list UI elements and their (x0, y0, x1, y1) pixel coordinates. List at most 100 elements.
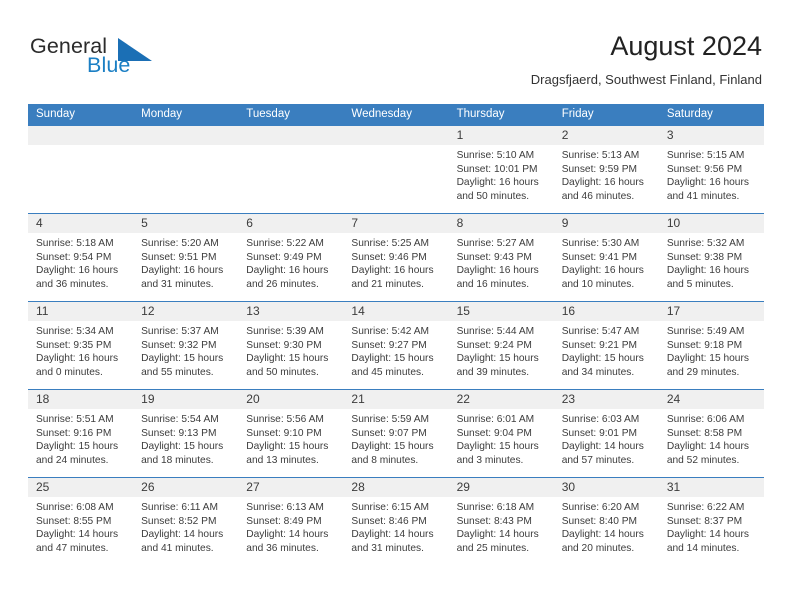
day-number[interactable] (133, 126, 238, 145)
week-detail-band: Sunrise: 6:08 AM Sunset: 8:55 PM Dayligh… (28, 497, 764, 565)
week-detail-band: Sunrise: 5:51 AM Sunset: 9:16 PM Dayligh… (28, 409, 764, 477)
day-number[interactable]: 27 (238, 478, 343, 497)
daylight-line-2: and 20 minutes. (561, 542, 635, 554)
day-cell[interactable]: Sunrise: 5:54 AM Sunset: 9:13 PM Dayligh… (133, 409, 238, 477)
day-cell[interactable]: Sunrise: 5:56 AM Sunset: 9:10 PM Dayligh… (238, 409, 343, 477)
day-number[interactable]: 1 (449, 126, 554, 145)
sunrise-line: Sunrise: 5:47 AM (561, 326, 640, 337)
day-cell[interactable] (238, 145, 343, 213)
day-number[interactable]: 17 (659, 302, 764, 321)
day-number[interactable]: 3 (659, 126, 764, 145)
day-number[interactable]: 8 (449, 214, 554, 233)
day-cell[interactable]: Sunrise: 5:30 AM Sunset: 9:41 PM Dayligh… (554, 233, 659, 301)
day-number[interactable]: 24 (659, 390, 764, 409)
day-number[interactable]: 31 (659, 478, 764, 497)
day-number[interactable]: 14 (343, 302, 448, 321)
day-cell[interactable]: Sunrise: 5:10 AM Sunset: 10:01 PM Daylig… (449, 145, 554, 213)
day-cell[interactable]: Sunrise: 5:51 AM Sunset: 9:16 PM Dayligh… (28, 409, 133, 477)
day-cell[interactable]: Sunrise: 5:39 AM Sunset: 9:30 PM Dayligh… (238, 321, 343, 389)
calendar-grid: Sunday Monday Tuesday Wednesday Thursday… (28, 104, 764, 565)
day-cell[interactable]: Sunrise: 6:06 AM Sunset: 8:58 PM Dayligh… (659, 409, 764, 477)
daylight-line-2: and 16 minutes. (456, 278, 530, 290)
brand-logo[interactable]: General Blue (30, 35, 260, 86)
daylight-line-2: and 55 minutes. (141, 366, 214, 378)
day-cell[interactable]: Sunrise: 6:11 AM Sunset: 8:52 PM Dayligh… (133, 497, 238, 565)
sunset-line: Sunset: 9:32 PM (141, 339, 217, 351)
day-number[interactable]: 9 (554, 214, 659, 233)
weekday-header-tuesday: Tuesday (246, 108, 290, 120)
day-cell[interactable]: Sunrise: 5:42 AM Sunset: 9:27 PM Dayligh… (343, 321, 448, 389)
daylight-line-1: Daylight: 16 hours (246, 265, 329, 277)
day-cell[interactable]: Sunrise: 6:03 AM Sunset: 9:01 PM Dayligh… (554, 409, 659, 477)
day-number[interactable]: 2 (554, 126, 659, 145)
day-number[interactable]: 6 (238, 214, 343, 233)
day-number[interactable]: 30 (554, 478, 659, 497)
day-cell[interactable] (343, 145, 448, 213)
day-number[interactable]: 23 (554, 390, 659, 409)
day-cell[interactable]: Sunrise: 5:27 AM Sunset: 9:43 PM Dayligh… (449, 233, 554, 301)
day-number[interactable]: 13 (238, 302, 343, 321)
day-cell[interactable]: Sunrise: 5:20 AM Sunset: 9:51 PM Dayligh… (133, 233, 238, 301)
sunrise-line: Sunrise: 5:37 AM (141, 326, 219, 337)
daylight-line-2: and 41 minutes. (666, 190, 740, 202)
day-number[interactable]: 26 (133, 478, 238, 497)
sunrise-line: Sunrise: 5:18 AM (36, 238, 114, 249)
day-cell[interactable]: Sunrise: 5:49 AM Sunset: 9:18 PM Dayligh… (659, 321, 764, 389)
daylight-line-2: and 24 minutes. (36, 454, 109, 466)
day-cell[interactable]: Sunrise: 6:15 AM Sunset: 8:46 PM Dayligh… (343, 497, 448, 565)
day-number[interactable]: 29 (449, 478, 554, 497)
sunrise-line: Sunrise: 5:51 AM (36, 414, 114, 425)
day-number[interactable] (238, 126, 343, 145)
day-number[interactable]: 21 (343, 390, 448, 409)
day-cell[interactable]: Sunrise: 6:18 AM Sunset: 8:43 PM Dayligh… (449, 497, 554, 565)
sunrise-line: Sunrise: 5:20 AM (141, 238, 219, 249)
sunset-line: Sunset: 9:10 PM (246, 427, 322, 439)
day-cell[interactable]: Sunrise: 5:37 AM Sunset: 9:32 PM Dayligh… (133, 321, 238, 389)
day-cell[interactable]: Sunrise: 6:08 AM Sunset: 8:55 PM Dayligh… (28, 497, 133, 565)
day-number[interactable]: 11 (28, 302, 133, 321)
day-cell[interactable] (133, 145, 238, 213)
sunrise-line: Sunrise: 6:15 AM (351, 502, 430, 513)
day-cell[interactable]: Sunrise: 5:15 AM Sunset: 9:56 PM Dayligh… (659, 145, 764, 213)
day-cell[interactable]: Sunrise: 6:01 AM Sunset: 9:04 PM Dayligh… (449, 409, 554, 477)
day-cell[interactable]: Sunrise: 5:25 AM Sunset: 9:46 PM Dayligh… (343, 233, 448, 301)
day-cell[interactable]: Sunrise: 5:13 AM Sunset: 9:59 PM Dayligh… (554, 145, 659, 213)
sunrise-line: Sunrise: 5:32 AM (666, 238, 745, 249)
day-cell[interactable]: Sunrise: 5:22 AM Sunset: 9:49 PM Dayligh… (238, 233, 343, 301)
day-number[interactable]: 7 (343, 214, 448, 233)
daylight-line-2: and 45 minutes. (351, 366, 424, 378)
day-cell[interactable]: Sunrise: 6:13 AM Sunset: 8:49 PM Dayligh… (238, 497, 343, 565)
sunset-line: Sunset: 8:43 PM (456, 515, 532, 527)
day-number[interactable]: 28 (343, 478, 448, 497)
day-number[interactable]: 5 (133, 214, 238, 233)
sunset-line: Sunset: 9:38 PM (666, 251, 743, 263)
day-number[interactable]: 4 (28, 214, 133, 233)
day-number[interactable] (343, 126, 448, 145)
daylight-line-1: Daylight: 15 hours (246, 441, 329, 453)
sunrise-line: Sunrise: 5:30 AM (561, 238, 640, 249)
day-cell[interactable] (28, 145, 133, 213)
day-cell[interactable]: Sunrise: 5:34 AM Sunset: 9:35 PM Dayligh… (28, 321, 133, 389)
daylight-line-2: and 3 minutes. (456, 454, 524, 466)
day-cell[interactable]: Sunrise: 5:47 AM Sunset: 9:21 PM Dayligh… (554, 321, 659, 389)
daylight-line-1: Daylight: 14 hours (666, 529, 749, 541)
day-cell[interactable]: Sunrise: 5:32 AM Sunset: 9:38 PM Dayligh… (659, 233, 764, 301)
day-number[interactable]: 12 (133, 302, 238, 321)
day-cell[interactable]: Sunrise: 5:59 AM Sunset: 9:07 PM Dayligh… (343, 409, 448, 477)
day-number[interactable]: 25 (28, 478, 133, 497)
day-number[interactable]: 15 (449, 302, 554, 321)
day-number[interactable]: 16 (554, 302, 659, 321)
day-cell[interactable]: Sunrise: 5:18 AM Sunset: 9:54 PM Dayligh… (28, 233, 133, 301)
day-number[interactable]: 18 (28, 390, 133, 409)
weekday-header-saturday: Saturday (666, 108, 713, 120)
day-number[interactable]: 20 (238, 390, 343, 409)
day-cell[interactable]: Sunrise: 5:44 AM Sunset: 9:24 PM Dayligh… (449, 321, 554, 389)
day-number[interactable] (28, 126, 133, 145)
daylight-line-1: Daylight: 14 hours (141, 529, 224, 541)
day-number[interactable]: 22 (449, 390, 554, 409)
day-cell[interactable]: Sunrise: 6:22 AM Sunset: 8:37 PM Dayligh… (659, 497, 764, 565)
day-number[interactable]: 19 (133, 390, 238, 409)
daylight-line-1: Daylight: 14 hours (561, 529, 644, 541)
day-number[interactable]: 10 (659, 214, 764, 233)
day-cell[interactable]: Sunrise: 6:20 AM Sunset: 8:40 PM Dayligh… (554, 497, 659, 565)
